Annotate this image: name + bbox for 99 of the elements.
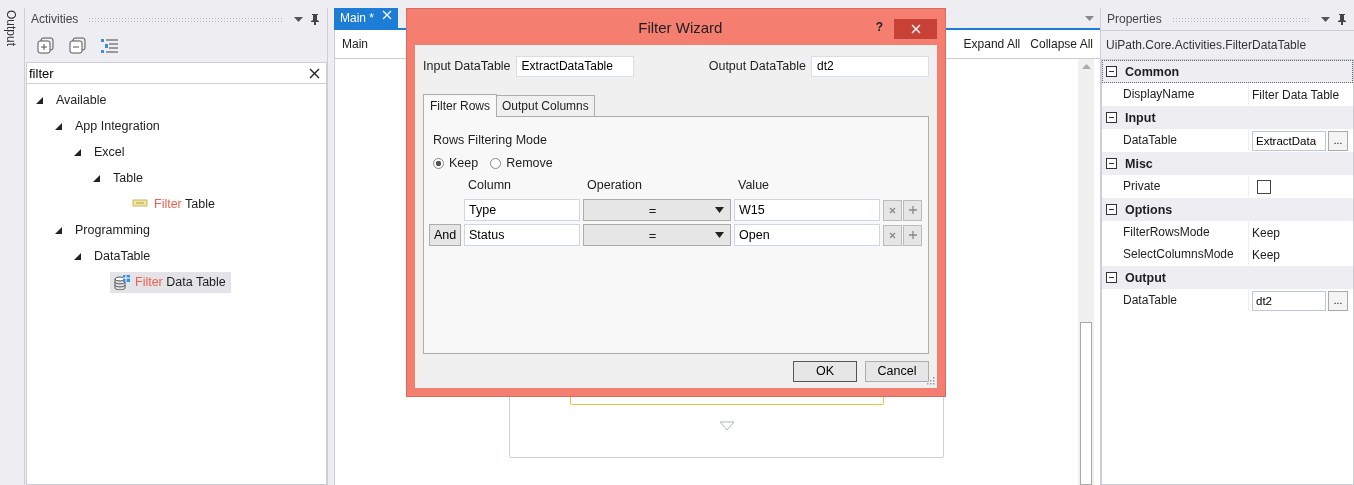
- expand-all-icon[interactable]: [37, 37, 55, 55]
- radio-button[interactable]: Remove: [490, 156, 553, 170]
- item-label: Table: [113, 171, 143, 185]
- collapse-icon[interactable]: [1106, 66, 1117, 77]
- plus-icon: [908, 231, 917, 239]
- dropdown[interactable]: =: [583, 199, 731, 221]
- remove-button[interactable]: [883, 224, 902, 246]
- expanded-arrow-icon[interactable]: [54, 121, 63, 131]
- item-label: Programming: [75, 223, 151, 237]
- text-field[interactable]: W15: [734, 199, 880, 221]
- scrollbar[interactable]: [1078, 59, 1094, 485]
- tree-item[interactable]: Excel: [91, 142, 130, 162]
- category-header[interactable]: Common: [1102, 60, 1353, 83]
- dialog-title: Filter Wizard: [638, 18, 723, 36]
- database-icon: [113, 274, 130, 290]
- close-icon: [889, 231, 896, 239]
- tree-item[interactable]: Available: [53, 90, 112, 110]
- category-name: Common: [1125, 64, 1180, 79]
- collapse-icon[interactable]: [1106, 272, 1117, 283]
- link-button[interactable]: Collapse All: [1030, 37, 1093, 51]
- column-header: Value: [737, 178, 771, 192]
- item-label: App Integration: [75, 119, 160, 133]
- close-icon: [889, 206, 896, 214]
- tree-item[interactable]: DataTable: [91, 246, 156, 266]
- dialog-button[interactable]: OK: [793, 360, 857, 382]
- close-icon: [910, 24, 921, 34]
- search-field[interactable]: filter: [26, 62, 327, 84]
- checkbox[interactable]: [1257, 179, 1271, 194]
- property-value: Filter Data Table: [1252, 87, 1340, 102]
- item-label: DataTable: [94, 249, 151, 263]
- item-label: Filter Data Table: [135, 275, 226, 289]
- category-name: Misc: [1125, 156, 1153, 171]
- tree-item[interactable]: App Integration: [72, 116, 165, 136]
- category-name: Input: [1125, 110, 1156, 125]
- tab[interactable]: Filter Rows: [423, 94, 497, 117]
- property-value: Keep: [1252, 225, 1281, 240]
- collapse-icon[interactable]: [1106, 204, 1117, 215]
- close-icon[interactable]: [309, 68, 320, 79]
- column-header: Column: [467, 178, 513, 192]
- panel-title: Properties: [1107, 12, 1162, 26]
- collapse-all-icon[interactable]: [69, 37, 87, 55]
- item-label: Filter Table: [154, 197, 215, 211]
- caret-icon: [715, 207, 724, 213]
- collapse-icon[interactable]: [1106, 112, 1117, 123]
- expanded-arrow-icon[interactable]: [35, 95, 44, 105]
- category-header[interactable]: Output: [1102, 266, 1353, 289]
- link-button[interactable]: Expand All: [963, 37, 1021, 51]
- dropdown-icon[interactable]: [1085, 15, 1094, 21]
- side-tab[interactable]: Output: [4, 10, 18, 485]
- property-value: Keep: [1252, 247, 1281, 262]
- radio-button[interactable]: Keep: [433, 156, 479, 170]
- category-header[interactable]: Input: [1102, 106, 1353, 129]
- expanded-arrow-icon[interactable]: [54, 225, 63, 235]
- browse-button[interactable]: ...: [1328, 290, 1348, 311]
- tree-item[interactable]: Filter Data Table: [110, 271, 231, 293]
- dropdown-icon[interactable]: [1321, 16, 1330, 22]
- breadcrumb[interactable]: Main: [342, 37, 368, 51]
- dropdown-icon[interactable]: [294, 16, 303, 22]
- section-label: Rows Filtering Mode: [433, 133, 548, 147]
- item-label: Available: [56, 93, 107, 107]
- and-button[interactable]: And: [429, 224, 461, 246]
- text-field[interactable]: Open: [734, 224, 880, 246]
- category-name: Options: [1125, 202, 1173, 217]
- category-header[interactable]: Options: [1102, 198, 1353, 221]
- text-field[interactable]: Status: [464, 224, 580, 246]
- expanded-arrow-icon[interactable]: [73, 251, 82, 261]
- help-button[interactable]: ?: [875, 20, 883, 34]
- drop-arrow-icon: [718, 421, 735, 431]
- tab[interactable]: Output Columns: [496, 95, 595, 116]
- tree-item[interactable]: Table: [110, 168, 148, 188]
- text-field[interactable]: dt2: [811, 55, 929, 77]
- pin-icon[interactable]: [1336, 13, 1348, 25]
- browse-button[interactable]: ...: [1328, 130, 1348, 151]
- field-label: Output DataTable: [708, 59, 806, 73]
- text-field[interactable]: ExtractDataTable: [515, 55, 634, 77]
- resize-grip-icon: [927, 377, 935, 385]
- category-name: Output: [1125, 270, 1166, 285]
- panel-title: Activities: [31, 12, 79, 26]
- scroll-thumb[interactable]: [1080, 322, 1092, 485]
- tree-item[interactable]: Programming: [72, 220, 156, 240]
- document-tab[interactable]: Main *: [334, 8, 398, 28]
- plus-icon: [908, 206, 917, 214]
- dialog-button[interactable]: Cancel: [865, 360, 929, 382]
- expanded-arrow-icon[interactable]: [92, 173, 101, 183]
- remove-button[interactable]: [883, 199, 902, 221]
- field-label: Input DataTable: [423, 59, 511, 73]
- text-field[interactable]: Type: [464, 199, 580, 221]
- caret-icon: [715, 232, 724, 238]
- dropdown[interactable]: =: [583, 224, 731, 246]
- category-header[interactable]: Misc: [1102, 152, 1353, 175]
- text-field[interactable]: dt2: [1252, 290, 1326, 311]
- item-label: Excel: [94, 145, 125, 159]
- text-field[interactable]: ExtractData: [1252, 130, 1326, 151]
- pin-icon[interactable]: [309, 13, 321, 25]
- collapse-icon[interactable]: [1106, 158, 1117, 169]
- expanded-arrow-icon[interactable]: [73, 147, 82, 157]
- list-icon[interactable]: [101, 38, 119, 54]
- column-header: Operation: [586, 178, 643, 192]
- tree-item[interactable]: Filter Table: [129, 193, 220, 215]
